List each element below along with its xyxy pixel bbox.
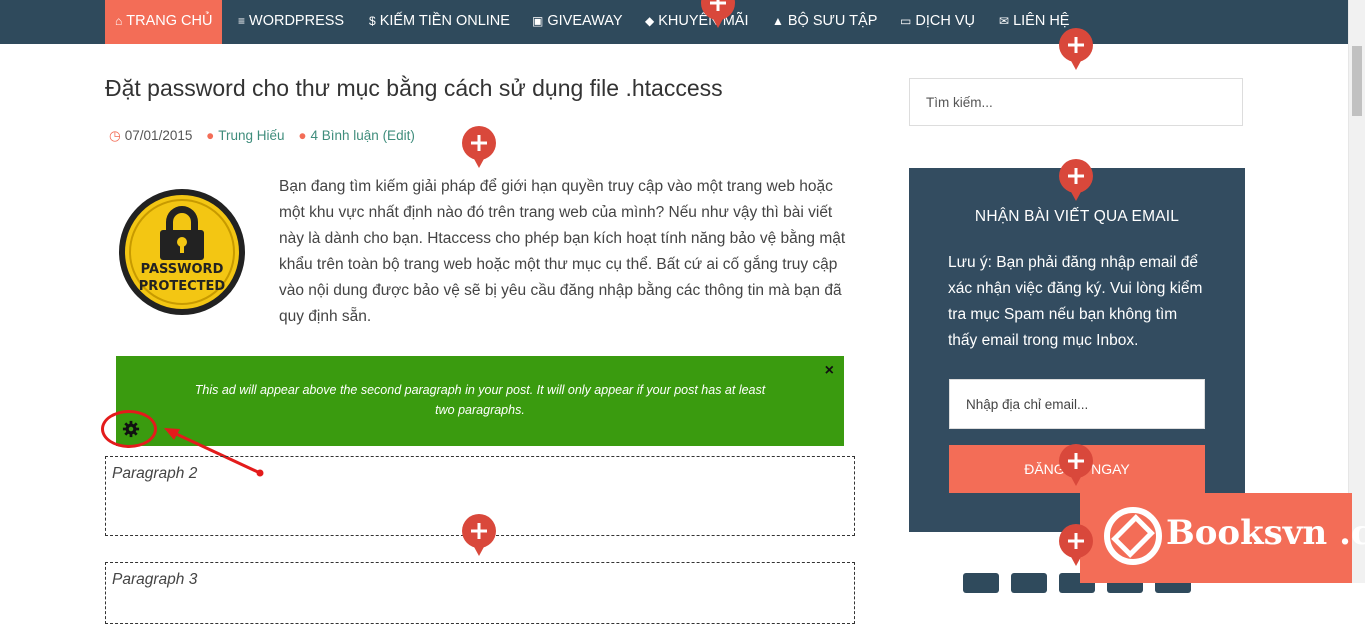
post-author[interactable]: Trung Hiếu [218, 128, 284, 143]
nav-label: WORDPRESS [249, 13, 345, 29]
add-block-pin[interactable] [1058, 28, 1094, 72]
laptop-icon: ▭ [900, 14, 912, 28]
add-block-pin[interactable] [461, 514, 497, 558]
intro-paragraph: Bạn đang tìm kiếm giải pháp để giới hạn … [279, 178, 846, 325]
add-block-pin[interactable] [461, 126, 497, 170]
dollar-icon: $ [369, 14, 376, 28]
nav-label: LIÊN HỆ [1013, 13, 1070, 29]
widget-title: NHẬN BÀI VIẾT QUA EMAIL [974, 208, 1180, 225]
email-placeholder: Nhập địa chỉ email... [966, 397, 1089, 412]
nav-item-wordpress[interactable]: ≡ WORDPRESS [238, 0, 344, 44]
paragraph-3-block[interactable]: Paragraph 3 [105, 562, 855, 624]
nav-item-kiem-tien[interactable]: $ KIẾM TIỀN ONLINE [369, 0, 510, 44]
nav-label: GIVEAWAY [547, 13, 623, 29]
social-button[interactable] [963, 573, 999, 593]
search-placeholder: Tìm kiếm... [926, 95, 993, 110]
nav-item-giveaway[interactable]: ▣ GIVEAWAY [532, 0, 623, 44]
annotation-circle [101, 410, 157, 448]
post-date: 07/01/2015 [124, 128, 193, 143]
clock-icon: ◷ [109, 128, 121, 143]
user-icon: ● [206, 128, 215, 143]
top-nav: ⌂ TRANG CHỦ ≡ WORDPRESS $ KIẾM TIỀN ONLINE … [0, 0, 1349, 44]
nav-label: DỊCH VỤ [915, 13, 975, 29]
scrollbar-thumb[interactable] [1352, 46, 1362, 116]
home-icon: ⌂ [115, 14, 123, 28]
search-input[interactable]: Tìm kiếm... [909, 78, 1243, 126]
nav-label: BỘ SƯU TẬP [787, 13, 878, 29]
post-title[interactable]: Đặt password cho thư mục bằng cách sử dụ… [105, 75, 723, 102]
close-icon[interactable]: × [825, 362, 834, 380]
thumb-text-protected: PROTECTED [139, 279, 226, 294]
comments-icon: ● [298, 128, 307, 143]
thumb-text-password: PASSWORD [141, 262, 224, 277]
email-field[interactable]: Nhập địa chỉ email... [949, 379, 1205, 429]
add-block-pin[interactable] [700, 0, 736, 30]
ad-text: This ad will appear above the second par… [194, 383, 766, 417]
nav-item-dich-vu[interactable]: ▭ DỊCH VỤ [900, 0, 975, 44]
nav-item-home[interactable]: ⌂ TRANG CHỦ [105, 0, 223, 44]
nav-label: TRANG CHỦ [126, 13, 213, 29]
logo-icon [1104, 507, 1162, 565]
post-comments-link[interactable]: 4 Bình luận [310, 128, 378, 143]
add-block-pin[interactable] [1058, 444, 1094, 488]
watermark-text: Booksvn .com [1166, 513, 1365, 553]
tag-icon: ◆ [645, 14, 655, 28]
nav-label: KIẾM TIỀN ONLINE [379, 13, 510, 29]
envelope-icon: ✉ [999, 14, 1010, 28]
post-edit-link[interactable]: (Edit) [383, 128, 415, 143]
add-block-pin[interactable] [1058, 159, 1094, 203]
add-block-pin[interactable] [1058, 524, 1094, 568]
paragraph-2-label: Paragraph 2 [112, 465, 198, 482]
site-watermark: Booksvn .com [1080, 493, 1365, 583]
social-button[interactable] [1011, 573, 1047, 593]
password-protected-image: PASSWORD PROTECTED [119, 189, 245, 315]
paragraph-3-label: Paragraph 3 [112, 571, 198, 588]
nav-item-bo-suu-tap[interactable]: ▲ BỘ SƯU TẬP [772, 0, 877, 44]
thumbs-up-icon: ▲ [772, 14, 784, 28]
post-meta: ◷ 07/01/2015 ● Trung Hiếu ● 4 Bình luận (Ed… [109, 128, 415, 144]
list-icon: ≡ [238, 14, 246, 28]
widget-note: Lưu ý: Bạn phải đăng nhập email để xác n… [948, 254, 1203, 349]
gift-icon: ▣ [532, 14, 544, 28]
